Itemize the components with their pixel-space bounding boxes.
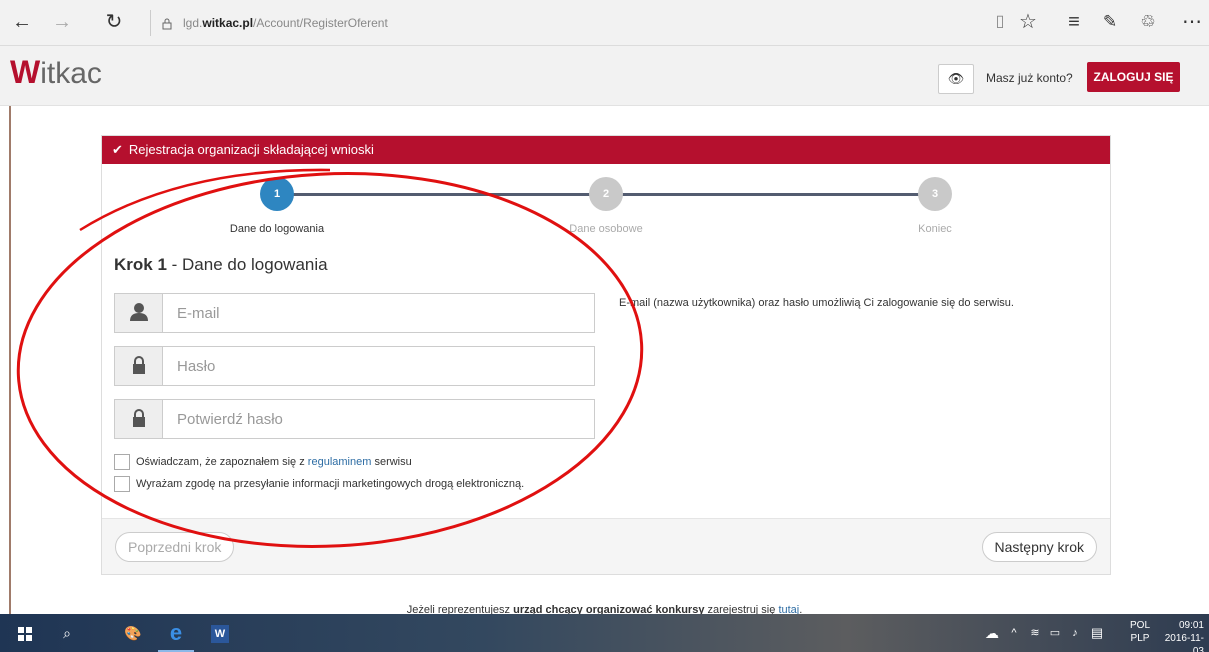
share-icon[interactable]: ♲ xyxy=(1134,8,1162,36)
previous-step-button[interactable]: Poprzedni krok xyxy=(115,532,235,562)
marketing-text: Wyrażam zgodę na przesyłanie informacji … xyxy=(136,478,525,490)
marketing-checkbox[interactable] xyxy=(114,476,130,493)
check-icon: ✔ xyxy=(112,142,123,157)
back-icon[interactable]: ← xyxy=(8,8,36,36)
refresh-icon[interactable]: ↻ xyxy=(100,8,128,36)
site-header: Witkac 👁 Masz już konto? ZALOGUJ SIĘ xyxy=(0,46,1209,106)
step-connector-1 xyxy=(278,193,608,196)
terms-text-post: serwisu xyxy=(371,456,412,468)
reading-view-icon[interactable]: ▯ xyxy=(986,8,1014,36)
paint-app-icon[interactable]: 🎨 xyxy=(118,614,148,652)
email-field-group xyxy=(114,293,595,333)
language-indicator[interactable]: POL PLP xyxy=(1130,619,1150,645)
volume-icon[interactable]: ♪ xyxy=(1066,614,1084,652)
forward-icon[interactable]: → xyxy=(48,8,76,36)
login-button[interactable]: ZALOGUJ SIĘ xyxy=(1087,62,1180,92)
have-account-text: Masz już konto? xyxy=(986,71,1073,85)
next-step-button[interactable]: Następny krok xyxy=(981,532,1097,562)
terms-link[interactable]: regulaminem xyxy=(308,456,372,468)
edge-browser-icon[interactable]: e xyxy=(158,614,194,652)
web-note-icon[interactable]: ✎ xyxy=(1096,8,1124,36)
windows-taskbar: ⌕ 🎨 e W ☁ ^ ≋ ▭ ♪ ▤ POL PLP 09:01 2016-11-… xyxy=(0,614,1209,652)
more-icon[interactable]: ⋯ xyxy=(1178,8,1206,36)
search-icon[interactable]: ⌕ xyxy=(52,614,82,652)
windows-start-icon[interactable] xyxy=(10,614,40,652)
email-input[interactable] xyxy=(167,294,587,332)
terms-consent-row: Oświadczam, że zapoznałem się z regulami… xyxy=(114,454,412,471)
step-3-circle: 3 xyxy=(918,177,952,211)
help-text: E-mail (nazwa użytkownika) oraz hasło um… xyxy=(619,297,1014,309)
panel-title: Rejestracja organizacji składającej wnio… xyxy=(128,142,374,157)
step-2-label: Dane osobowe xyxy=(569,223,643,235)
terms-text-pre: Oświadczam, że zapoznałem się z xyxy=(136,456,308,468)
panel-header: ✔ Rejestracja organizacji składającej wni… xyxy=(102,136,1110,164)
confirm-password-input[interactable] xyxy=(167,400,587,438)
eye-icon[interactable]: 👁 xyxy=(938,64,974,94)
witkac-logo[interactable]: Witkac xyxy=(10,54,102,91)
clock[interactable]: 09:01 2016-11-03 xyxy=(1160,619,1204,652)
show-hidden-icons-icon[interactable]: ^ xyxy=(1006,614,1022,652)
favorite-star-icon[interactable]: ☆ xyxy=(1014,8,1042,36)
terms-checkbox[interactable] xyxy=(114,454,130,471)
user-icon xyxy=(115,294,163,332)
onedrive-icon[interactable]: ☁ xyxy=(980,614,1004,652)
url-domain: witkac.pl xyxy=(202,16,254,30)
step-heading: Krok 1 - Dane do logowania xyxy=(114,255,328,274)
lock-icon xyxy=(162,18,172,30)
address-bar[interactable]: lgd.witkac.pl/Account/RegisterOferent xyxy=(150,10,650,36)
panel-footer: Poprzedni krok Następny krok xyxy=(102,518,1110,574)
wifi-icon[interactable]: ≋ xyxy=(1026,614,1044,652)
battery-icon[interactable]: ▭ xyxy=(1046,614,1064,652)
confirm-password-field-group xyxy=(114,399,595,439)
notifications-icon[interactable]: ▤ xyxy=(1088,614,1106,652)
password-input[interactable] xyxy=(167,347,587,385)
registration-panel: ✔ Rejestracja organizacji składającej wni… xyxy=(101,135,1111,575)
password-field-group xyxy=(114,346,595,386)
url-prefix: lgd. xyxy=(183,16,203,30)
step-1-circle: 1 xyxy=(260,177,294,211)
step-3-label: Koniec xyxy=(918,223,952,235)
left-border xyxy=(9,106,11,614)
step-connector-2 xyxy=(608,193,936,196)
step-1-label: Dane do logowania xyxy=(229,223,325,235)
browser-toolbar: ← → ↻ lgd.witkac.pl/Account/RegisterOfer… xyxy=(0,0,1209,46)
url-path: /Account/RegisterOferent xyxy=(253,16,388,30)
word-app-icon[interactable]: W xyxy=(205,614,235,652)
lock-icon xyxy=(115,347,163,385)
lock-icon xyxy=(115,400,163,438)
step-2-circle: 2 xyxy=(589,177,623,211)
marketing-consent-row: Wyrażam zgodę na przesyłanie informacji … xyxy=(114,476,525,493)
hub-icon[interactable]: ≡ xyxy=(1060,8,1088,36)
